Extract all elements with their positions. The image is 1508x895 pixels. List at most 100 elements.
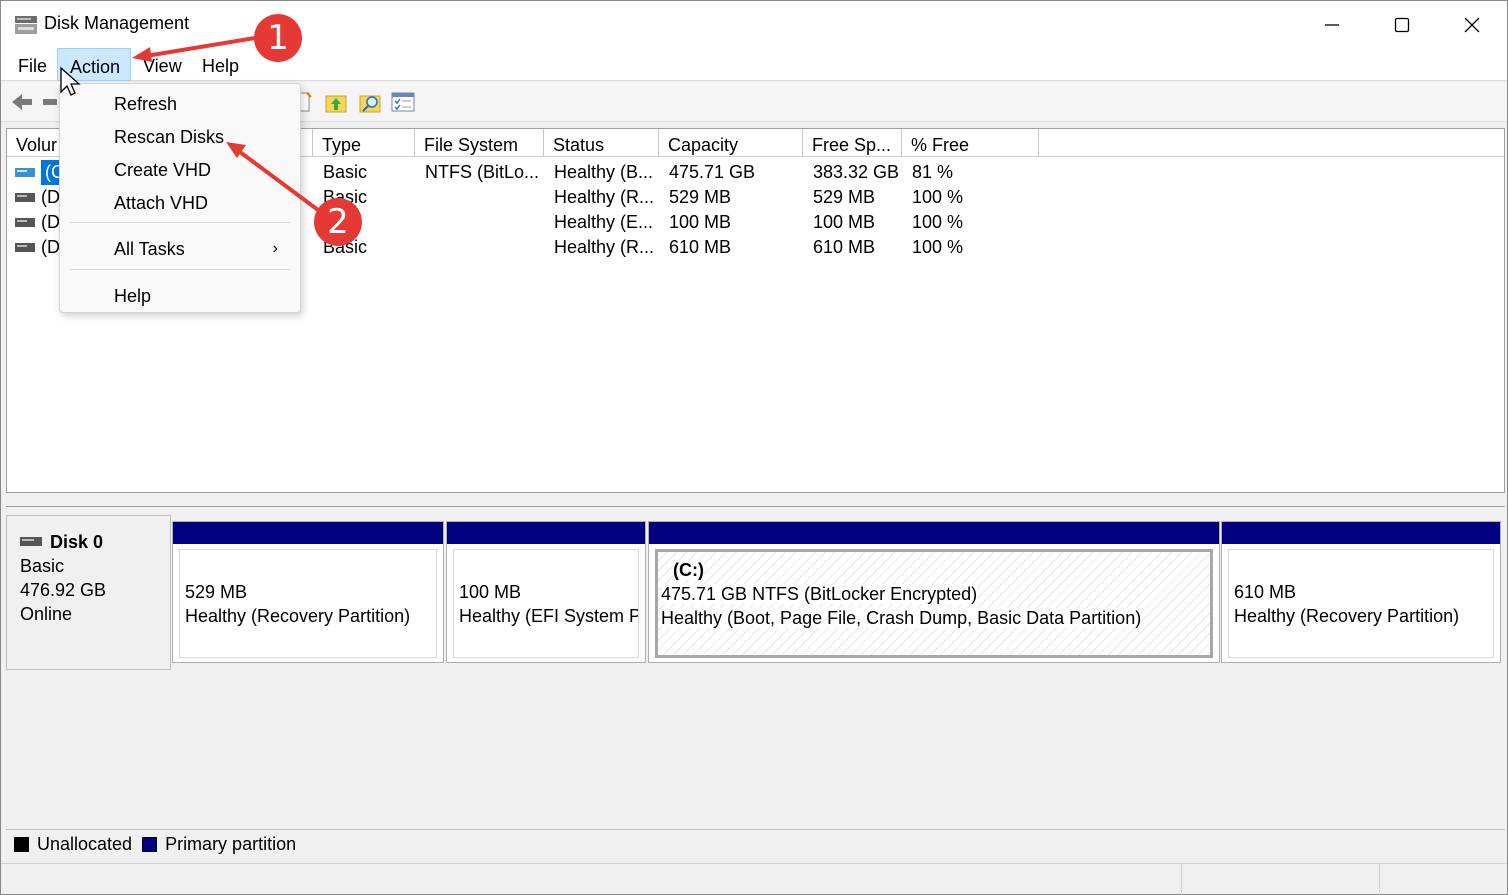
status-cell: Healthy (B... — [554, 162, 654, 182]
col-free-space[interactable]: Free Sp... — [803, 129, 902, 157]
status-bar — [1, 863, 1507, 895]
disk-icon — [20, 537, 42, 546]
primary-partition-bar — [649, 522, 1219, 544]
partition-size: 475.71 GB NTFS (BitLocker Encrypted) — [661, 582, 1210, 606]
partition-status: Healthy (Boot, Page File, Crash Dump, Ba… — [661, 606, 1210, 630]
drive-icon — [15, 242, 35, 252]
title-bar: Disk Management — [1, 1, 1507, 48]
close-button[interactable] — [1437, 1, 1507, 48]
drive-icon — [15, 217, 35, 227]
legend-unallocated: Unallocated — [37, 834, 133, 854]
primary-partition-bar — [447, 522, 645, 544]
menu-file[interactable]: File — [10, 48, 55, 81]
partition-body: 610 MB Healthy (Recovery Partition) — [1228, 549, 1494, 658]
checklist-icon[interactable] — [391, 90, 415, 114]
annotation-badge-1: 1 — [254, 14, 302, 62]
disk-state: Online — [20, 604, 73, 624]
status-cell: Healthy (E... — [554, 212, 654, 232]
partition-status: Healthy (Recovery Partition) — [185, 606, 411, 626]
legend: Unallocated Primary partition — [6, 829, 1505, 859]
capacity-cell: 610 MB — [669, 237, 732, 257]
disk-0-info[interactable]: Disk 0 Basic 476.92 GB Online — [6, 515, 171, 670]
partition-label-text: (C:) — [673, 560, 704, 580]
partition-label: (C:) — [661, 558, 1210, 582]
col-type[interactable]: Type — [313, 129, 415, 157]
menu-view[interactable]: View — [135, 48, 190, 81]
partition-status: Healthy (EFI System Pa — [459, 606, 639, 626]
partition-c[interactable]: (C:) 475.71 GB NTFS (BitLocker Encrypted… — [648, 521, 1220, 663]
drive-icon — [15, 192, 35, 202]
drive-icon — [15, 167, 35, 177]
up-folder-icon[interactable] — [324, 90, 348, 114]
col-status[interactable]: Status — [544, 129, 659, 157]
partition-size: 610 MB — [1234, 582, 1297, 602]
close-icon — [1464, 17, 1480, 32]
window-title: Disk Management — [44, 13, 190, 33]
col-percent-free[interactable]: % Free — [902, 129, 1039, 157]
menu-item-help[interactable]: Help — [60, 280, 300, 312]
partition-recovery-1[interactable]: 529 MB Healthy (Recovery Partition) — [172, 521, 444, 663]
primary-partition-swatch — [142, 837, 158, 852]
menu-item-refresh[interactable]: Refresh — [60, 88, 300, 120]
fs-cell — [415, 185, 425, 210]
all-tasks-label: All Tasks — [114, 239, 185, 259]
annotation-badge-2: 2 — [314, 198, 362, 246]
search-folder-icon[interactable] — [358, 90, 382, 114]
col-capacity[interactable]: Capacity — [659, 129, 803, 157]
menu-separator — [70, 222, 290, 223]
back-arrow-icon[interactable] — [10, 90, 34, 114]
pct-cell: 81 % — [912, 162, 954, 182]
partition-body: (C:) 475.71 GB NTFS (BitLocker Encrypted… — [655, 549, 1213, 658]
menu-item-all-tasks[interactable]: All Tasks › — [60, 233, 300, 265]
menu-separator — [70, 269, 290, 270]
menu-item-attach-vhd[interactable]: Attach VHD — [60, 187, 300, 219]
pct-cell: 100 % — [912, 237, 964, 257]
menu-item-rescan-disks[interactable]: Rescan Disks — [60, 121, 300, 153]
capacity-cell: 529 MB — [669, 187, 732, 207]
fs-cell — [415, 235, 425, 260]
action-menu-dropdown: Refresh Rescan Disks Create VHD Attach V… — [59, 83, 301, 313]
partition-body: 100 MB Healthy (EFI System Pa — [453, 549, 639, 658]
minimize-icon — [1325, 23, 1339, 26]
fs-cell: NTFS (BitLo... — [425, 162, 540, 182]
partition-size: 100 MB — [459, 582, 522, 602]
disk-management-icon — [15, 16, 37, 34]
status-separator — [1379, 864, 1380, 895]
disk-name: Disk 0 — [20, 530, 170, 554]
primary-partition-bar — [1222, 522, 1500, 544]
partition-efi[interactable]: 100 MB Healthy (EFI System Pa — [446, 521, 646, 663]
free-cell: 610 MB — [813, 237, 876, 257]
menu-help[interactable]: Help — [194, 48, 247, 81]
disk-type: Basic — [20, 556, 65, 576]
partition-status: Healthy (Recovery Partition) — [1234, 606, 1460, 626]
unallocated-swatch — [14, 837, 29, 852]
legend-primary: Primary partition — [165, 834, 297, 854]
menu-item-create-vhd[interactable]: Create VHD — [60, 154, 300, 186]
pct-cell: 100 % — [912, 187, 964, 207]
maximize-button[interactable] — [1367, 1, 1437, 48]
maximize-icon — [1394, 17, 1410, 32]
disk-graphical-view: Disk 0 Basic 476.92 GB Online 529 MB Hea… — [6, 506, 1505, 826]
capacity-cell: 100 MB — [669, 212, 732, 232]
disk-name-label: Disk 0 — [50, 532, 104, 552]
pct-cell: 100 % — [912, 212, 964, 232]
primary-partition-bar — [173, 522, 443, 544]
free-cell: 383.32 GB — [813, 162, 900, 182]
partition-recovery-2[interactable]: 610 MB Healthy (Recovery Partition) — [1221, 521, 1501, 663]
capacity-cell: 475.71 GB — [669, 162, 756, 182]
partition-size-text: 475.71 GB NTFS (BitLocker Encrypted) — [661, 584, 978, 604]
submenu-arrow-icon: › — [272, 240, 278, 257]
col-file-system[interactable]: File System — [415, 129, 544, 157]
menu-action[interactable]: Action — [57, 48, 131, 81]
free-cell: 100 MB — [813, 212, 876, 232]
status-separator — [1181, 864, 1182, 895]
type-cell: Basic — [323, 162, 368, 182]
status-cell: Healthy (R... — [554, 237, 655, 257]
disk-size: 476.92 GB — [20, 580, 107, 600]
partition-size: 529 MB — [185, 582, 248, 602]
minimize-button[interactable] — [1297, 1, 1367, 48]
free-cell: 529 MB — [813, 187, 876, 207]
fs-cell — [415, 210, 425, 235]
disk-management-window: Disk Management File Action View Help Vo… — [0, 0, 1508, 895]
status-cell: Healthy (R... — [554, 187, 655, 207]
